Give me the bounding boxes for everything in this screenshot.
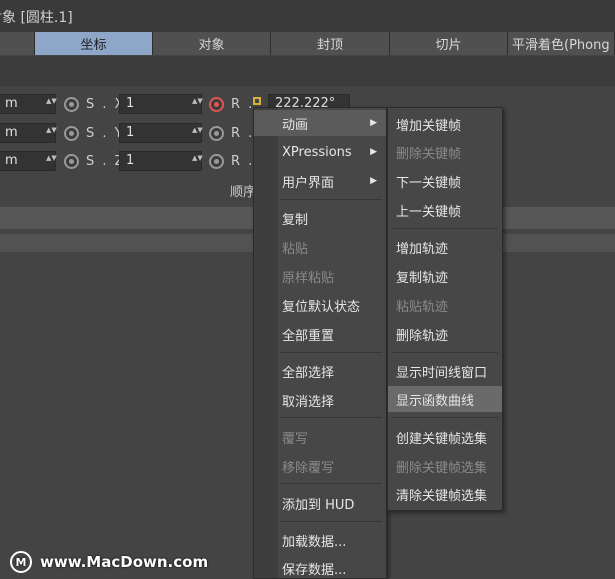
submenu-item-paste-track[interactable]: 粘贴轨迹 (388, 292, 502, 318)
attribute-tabs: 坐标 对象 封顶 切片 平滑着色(Phong (0, 32, 615, 55)
tab-slice[interactable]: 切片 (390, 32, 508, 55)
menu-separator (280, 521, 382, 522)
menu-separator (392, 352, 498, 353)
menu-separator (280, 199, 382, 200)
submenu-arrow-icon: ▶ (370, 176, 377, 186)
keyframe-toggle-scale-y[interactable] (64, 126, 79, 141)
keyframe-toggle-rotation-b[interactable] (209, 154, 224, 169)
menu-item-user-interface[interactable]: 用户界面 ▶ (254, 168, 386, 194)
tab-basic[interactable] (0, 32, 35, 55)
menu-separator (280, 483, 382, 484)
scale-z-field[interactable]: 1 ▲▼ (119, 151, 203, 171)
spinner-arrows-icon[interactable]: ▲▼ (46, 155, 57, 162)
animation-submenu: 增加关键帧 删除关键帧 下一关键帧 上一关键帧 增加轨迹 复制轨迹 粘贴轨迹 删… (387, 107, 503, 511)
submenu-item-add-track[interactable]: 增加轨迹 (388, 234, 502, 260)
menu-item-reset-to-default[interactable]: 复位默认状态 (254, 292, 386, 318)
tab-object[interactable]: 对象 (153, 32, 271, 55)
macdown-logo-icon: M (10, 551, 32, 573)
submenu-item-show-f-curve[interactable]: 显示函数曲线 (388, 386, 502, 412)
submenu-item-add-keyframe[interactable]: 增加关键帧 (388, 111, 502, 137)
submenu-item-next-keyframe[interactable]: 下一关键帧 (388, 168, 502, 194)
tab-caps[interactable]: 封顶 (271, 32, 390, 55)
menu-item-remove-override[interactable]: 移除覆写 (254, 453, 386, 479)
menu-item-paste-in-place[interactable]: 原样粘贴 (254, 263, 386, 289)
keyframe-toggle-scale-x[interactable] (64, 97, 79, 112)
key-marker-icon (253, 97, 261, 105)
menu-separator (280, 352, 382, 353)
menu-item-reset-all[interactable]: 全部重置 (254, 321, 386, 347)
submenu-item-delete-track[interactable]: 删除轨迹 (388, 321, 502, 347)
menu-item-deselect[interactable]: 取消选择 (254, 387, 386, 413)
scale-x-field[interactable]: 1 ▲▼ (119, 94, 203, 114)
context-menu: 动画 ▶ XPressions ▶ 用户界面 ▶ 复制 粘贴 原样粘贴 复位默认… (253, 107, 387, 579)
spinner-arrows-icon[interactable]: ▲▼ (46, 127, 57, 134)
scale-y-field[interactable]: 1 ▲▼ (119, 123, 203, 143)
spinner-arrows-icon[interactable]: ▲▼ (192, 98, 203, 105)
menu-item-select-all[interactable]: 全部选择 (254, 358, 386, 384)
keyframe-toggle-scale-z[interactable] (64, 154, 79, 169)
submenu-item-delete-keyframe[interactable]: 删除关键帧 (388, 139, 502, 165)
submenu-item-delete-key-selection[interactable]: 删除关键帧选集 (388, 453, 502, 479)
menu-item-animation[interactable]: 动画 ▶ (254, 110, 386, 136)
position-y-field[interactable]: m ▲▼ (0, 123, 57, 143)
spinner-arrows-icon[interactable]: ▲▼ (192, 155, 203, 162)
submenu-item-create-key-selection[interactable]: 创建关键帧选集 (388, 424, 502, 450)
menu-separator (392, 228, 498, 229)
menu-item-xpressions[interactable]: XPressions ▶ (254, 139, 386, 165)
menu-item-paste[interactable]: 粘贴 (254, 234, 386, 260)
window-title-bar: 对象 [圆柱.1] (0, 0, 615, 32)
rotation-p-label: R . (231, 126, 255, 141)
section-header-bar (0, 56, 615, 86)
rotation-b-label: R . (231, 154, 255, 169)
tab-phong[interactable]: 平滑着色(Phong (508, 32, 615, 55)
watermark-text: www.MacDown.com (40, 553, 209, 571)
menu-item-load-data[interactable]: 加载数据... (254, 527, 386, 553)
position-z-field[interactable]: m ▲▼ (0, 151, 57, 171)
submenu-arrow-icon: ▶ (370, 118, 377, 128)
spinner-arrows-icon[interactable]: ▲▼ (46, 98, 57, 105)
menu-item-override[interactable]: 覆写 (254, 424, 386, 450)
menu-separator (392, 417, 498, 418)
keyframe-toggle-rotation-h[interactable] (209, 97, 224, 112)
menu-item-save-data[interactable]: 保存数据... (254, 555, 386, 579)
watermark: M www.MacDown.com (10, 550, 208, 574)
rotation-h-label: R . (231, 97, 255, 112)
submenu-item-show-timeline[interactable]: 显示时间线窗口 (388, 358, 502, 384)
spinner-arrows-icon[interactable]: ▲▼ (192, 127, 203, 134)
keyframe-toggle-rotation-p[interactable] (209, 126, 224, 141)
menu-separator (280, 417, 382, 418)
tab-coordinates[interactable]: 坐标 (35, 32, 153, 55)
window-title: 对象 [圆柱.1] (0, 10, 73, 26)
submenu-arrow-icon: ▶ (370, 147, 377, 157)
submenu-item-clear-key-selection[interactable]: 清除关键帧选集 (388, 481, 502, 507)
menu-item-copy[interactable]: 复制 (254, 205, 386, 231)
menu-item-add-to-hud[interactable]: 添加到 HUD (254, 490, 386, 516)
submenu-item-previous-keyframe[interactable]: 上一关键帧 (388, 197, 502, 223)
submenu-item-copy-track[interactable]: 复制轨迹 (388, 263, 502, 289)
position-x-field[interactable]: m ▲▼ (0, 94, 57, 114)
